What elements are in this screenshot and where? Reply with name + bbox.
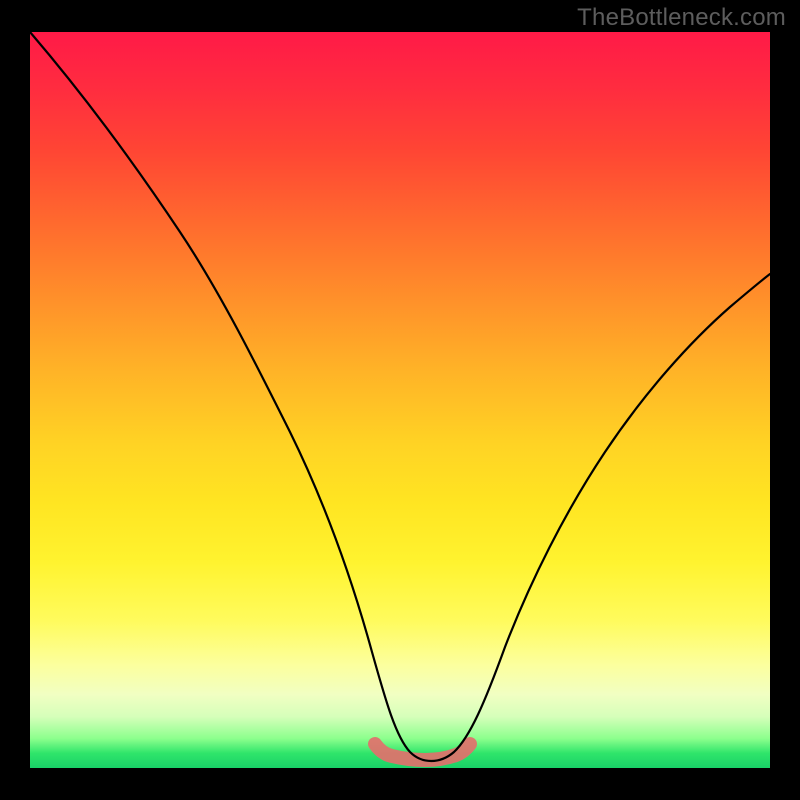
bottleneck-curve — [30, 32, 770, 761]
watermark-text: TheBottleneck.com — [577, 4, 786, 32]
curve-layer — [30, 32, 770, 768]
plot-area — [30, 32, 770, 768]
chart-frame: TheBottleneck.com — [0, 0, 800, 800]
valley-highlight-stroke — [375, 744, 470, 760]
